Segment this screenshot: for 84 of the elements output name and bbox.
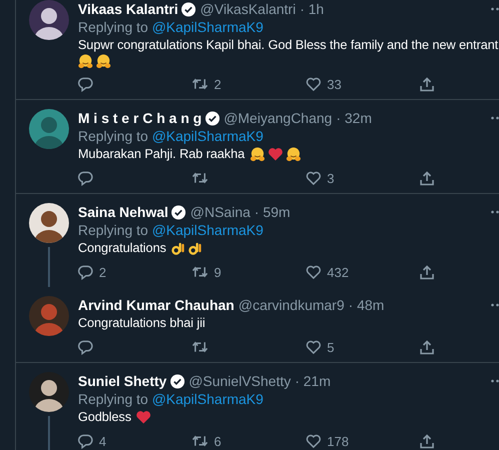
verified-badge-icon <box>170 374 185 388</box>
more-icon[interactable] <box>491 116 499 120</box>
verified-badge-icon <box>171 204 186 220</box>
reply-icon <box>78 434 93 448</box>
tweet-time[interactable]: · 48m <box>348 297 384 313</box>
tweet-text: Godbless <box>78 408 132 426</box>
retweet-icon <box>192 434 208 448</box>
reply-icon <box>78 170 93 186</box>
tweet-card[interactable]: Vikaas Kalantri @VikasKalantri · 1h Replying to @KapilSharmaK9 Supwr congratulations Kapil bhai. God Bless the family and the new entrant 2 33 <box>16 0 499 100</box>
retweet-button[interactable]: 9 <box>192 262 222 282</box>
user-name[interactable]: Suniel Shetty <box>78 373 167 389</box>
like-button[interactable]: 3 <box>306 168 334 188</box>
ok-hand-icon <box>188 240 202 256</box>
retweet-icon <box>192 265 208 279</box>
retweet-icon <box>192 77 208 91</box>
share-icon <box>420 170 434 186</box>
hugging-face-icon <box>96 54 111 69</box>
user-handle[interactable]: @MeiyangChang <box>224 110 332 126</box>
more-icon[interactable] <box>491 7 499 11</box>
tweet-text: Congratulations <box>78 239 166 257</box>
user-name[interactable]: Vikaas Kalantri <box>78 1 178 17</box>
user-name[interactable]: Saina Nehwal <box>78 204 168 220</box>
heart-icon <box>136 410 152 424</box>
thread-line <box>48 247 50 287</box>
replying-to-text: Replying to @KapilSharmaK9 <box>78 127 264 145</box>
replying-to-text: Replying to @KapilSharmaK9 <box>78 18 264 36</box>
reply-icon <box>78 264 93 280</box>
tweet-card[interactable]: Suniel Shetty @SunielVShetty · 21m Replying to @KapilSharmaK9 Godbless 4 6 178 <box>16 363 499 450</box>
retweet-icon <box>192 171 208 185</box>
user-handle[interactable]: @SunielVShetty <box>188 373 291 389</box>
like-icon <box>306 171 321 185</box>
user-handle[interactable]: @carvindkumar9 <box>238 297 344 313</box>
heart-icon <box>268 147 283 161</box>
more-icon[interactable] <box>491 210 499 214</box>
share-icon <box>420 264 434 280</box>
avatar[interactable] <box>29 203 69 243</box>
avatar[interactable] <box>29 372 69 412</box>
hugging-face-icon <box>286 146 301 162</box>
mention-link[interactable]: @KapilSharmaK9 <box>152 19 264 35</box>
reply-button[interactable]: 2 <box>78 262 106 282</box>
more-icon[interactable] <box>491 379 499 383</box>
tweet-card[interactable]: Saina Nehwal @NSaina · 59m Replying to @KapilSharmaK9 Congratulations 2 9 432 <box>16 194 499 287</box>
like-button[interactable]: 33 <box>306 74 342 94</box>
retweet-button[interactable]: 6 <box>192 431 222 450</box>
tweet-time[interactable]: · 1h <box>300 1 324 17</box>
like-button[interactable]: 5 <box>306 337 334 357</box>
reply-icon <box>78 340 93 354</box>
tweet-time[interactable]: · 21m <box>294 373 331 389</box>
tweet-text: Congratulations bhai jii <box>78 314 206 332</box>
tweet-text: Mubarakan Pahji. Rab raakha <box>78 145 245 163</box>
retweet-icon <box>192 340 208 354</box>
reply-icon <box>78 76 93 92</box>
reply-button[interactable]: 4 <box>78 431 106 450</box>
share-icon <box>420 434 434 448</box>
thread-line <box>48 416 50 450</box>
mention-link[interactable]: @KapilSharmaK9 <box>152 128 264 144</box>
tweet-time[interactable]: · 32m <box>336 110 372 126</box>
tweet-card[interactable]: M i s t e r C h a n g @MeiyangChang · 32m Replying to @KapilSharmaK9 Mubarakan Pahji. Rab raakha 3 <box>16 100 499 194</box>
user-handle[interactable]: @VikasKalantri <box>200 1 296 17</box>
mention-link[interactable]: @KapilSharmaK9 <box>152 391 264 407</box>
like-button[interactable]: 178 <box>306 431 349 450</box>
tweet-text: Supwr congratulations Kapil bhai. God Bless the family and the new entrant <box>78 36 498 54</box>
user-name[interactable]: M i s t e r C h a n g <box>78 110 202 126</box>
ok-hand-icon <box>171 240 186 256</box>
like-button[interactable]: 432 <box>306 262 349 282</box>
share-icon <box>420 340 434 354</box>
user-handle[interactable]: @NSaina <box>190 204 250 220</box>
more-icon[interactable] <box>491 303 499 307</box>
like-icon <box>306 77 321 91</box>
tweet-card[interactable]: Arvind Kumar Chauhan @carvindkumar9 · 48m Congratulations bhai jii 5 <box>16 287 499 363</box>
mention-link[interactable]: @KapilSharmaK9 <box>152 222 264 238</box>
retweet-button[interactable]: 2 <box>192 74 222 94</box>
tweet-time[interactable]: · 59m <box>254 204 290 220</box>
share-icon <box>420 76 434 92</box>
like-icon <box>306 265 321 279</box>
like-icon <box>306 340 321 354</box>
replying-to-text: Replying to @KapilSharmaK9 <box>78 390 264 408</box>
user-name[interactable]: Arvind Kumar Chauhan <box>78 297 234 313</box>
replying-to-text: Replying to @KapilSharmaK9 <box>78 221 264 239</box>
hugging-face-icon <box>250 146 265 162</box>
avatar[interactable] <box>29 0 69 40</box>
like-icon <box>306 434 321 448</box>
verified-badge-icon <box>204 110 220 126</box>
hugging-face-icon <box>78 54 93 69</box>
